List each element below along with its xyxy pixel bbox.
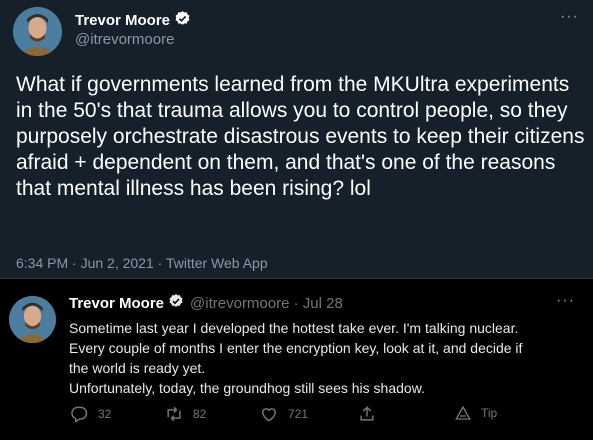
- tweet-text-line: Sometime last year I developed the hotte…: [69, 320, 519, 336]
- retweet-button[interactable]: 82: [164, 404, 206, 424]
- verified-badge-icon: [168, 293, 184, 313]
- avatar[interactable]: [9, 296, 56, 343]
- tweet-text-line: Every couple of months I enter the encry…: [69, 340, 523, 356]
- reply-count: 32: [98, 407, 112, 421]
- more-icon[interactable]: ···: [560, 8, 579, 26]
- like-button[interactable]: 721: [259, 404, 308, 424]
- bottom-author-row: Trevor Moore @itrevormoore · Jul 28: [69, 293, 343, 313]
- retweet-icon: [167, 406, 181, 422]
- tweet-timestamp[interactable]: 6:34 PM · Jun 2, 2021 · Twitter Web App: [16, 255, 268, 271]
- author-name[interactable]: Trevor Moore: [69, 295, 164, 312]
- verified-badge-icon: [174, 10, 191, 31]
- share-button[interactable]: [357, 404, 386, 424]
- like-icon: [261, 408, 277, 422]
- retweet-count: 82: [193, 407, 207, 421]
- tweet-text-line: the world is ready yet.: [69, 360, 206, 376]
- top-author-row: Trevor Moore: [75, 10, 191, 31]
- author-handle[interactable]: @itrevormoore: [75, 31, 174, 48]
- author-handle-date[interactable]: @itrevormoore · Jul 28: [190, 295, 343, 312]
- tip-icon: [455, 405, 471, 420]
- tip-button[interactable]: Tip: [454, 404, 497, 422]
- more-icon[interactable]: ···: [556, 292, 575, 310]
- like-count: 721: [288, 407, 309, 421]
- tweet-actions: 32 82 721 Tip: [69, 404, 509, 428]
- tweet-text: What if governments learned from the MKU…: [16, 73, 585, 200]
- avatar[interactable]: [13, 7, 62, 56]
- tweet-text: Sometime last year I developed the hotte…: [69, 318, 579, 398]
- reply-icon: [71, 406, 88, 423]
- reply-button[interactable]: 32: [69, 404, 111, 424]
- share-icon: [360, 406, 374, 421]
- tweet-text-line: Unfortunately, today, the groundhog stil…: [69, 380, 425, 396]
- tip-label: Tip: [481, 406, 498, 420]
- author-name[interactable]: Trevor Moore: [75, 12, 170, 29]
